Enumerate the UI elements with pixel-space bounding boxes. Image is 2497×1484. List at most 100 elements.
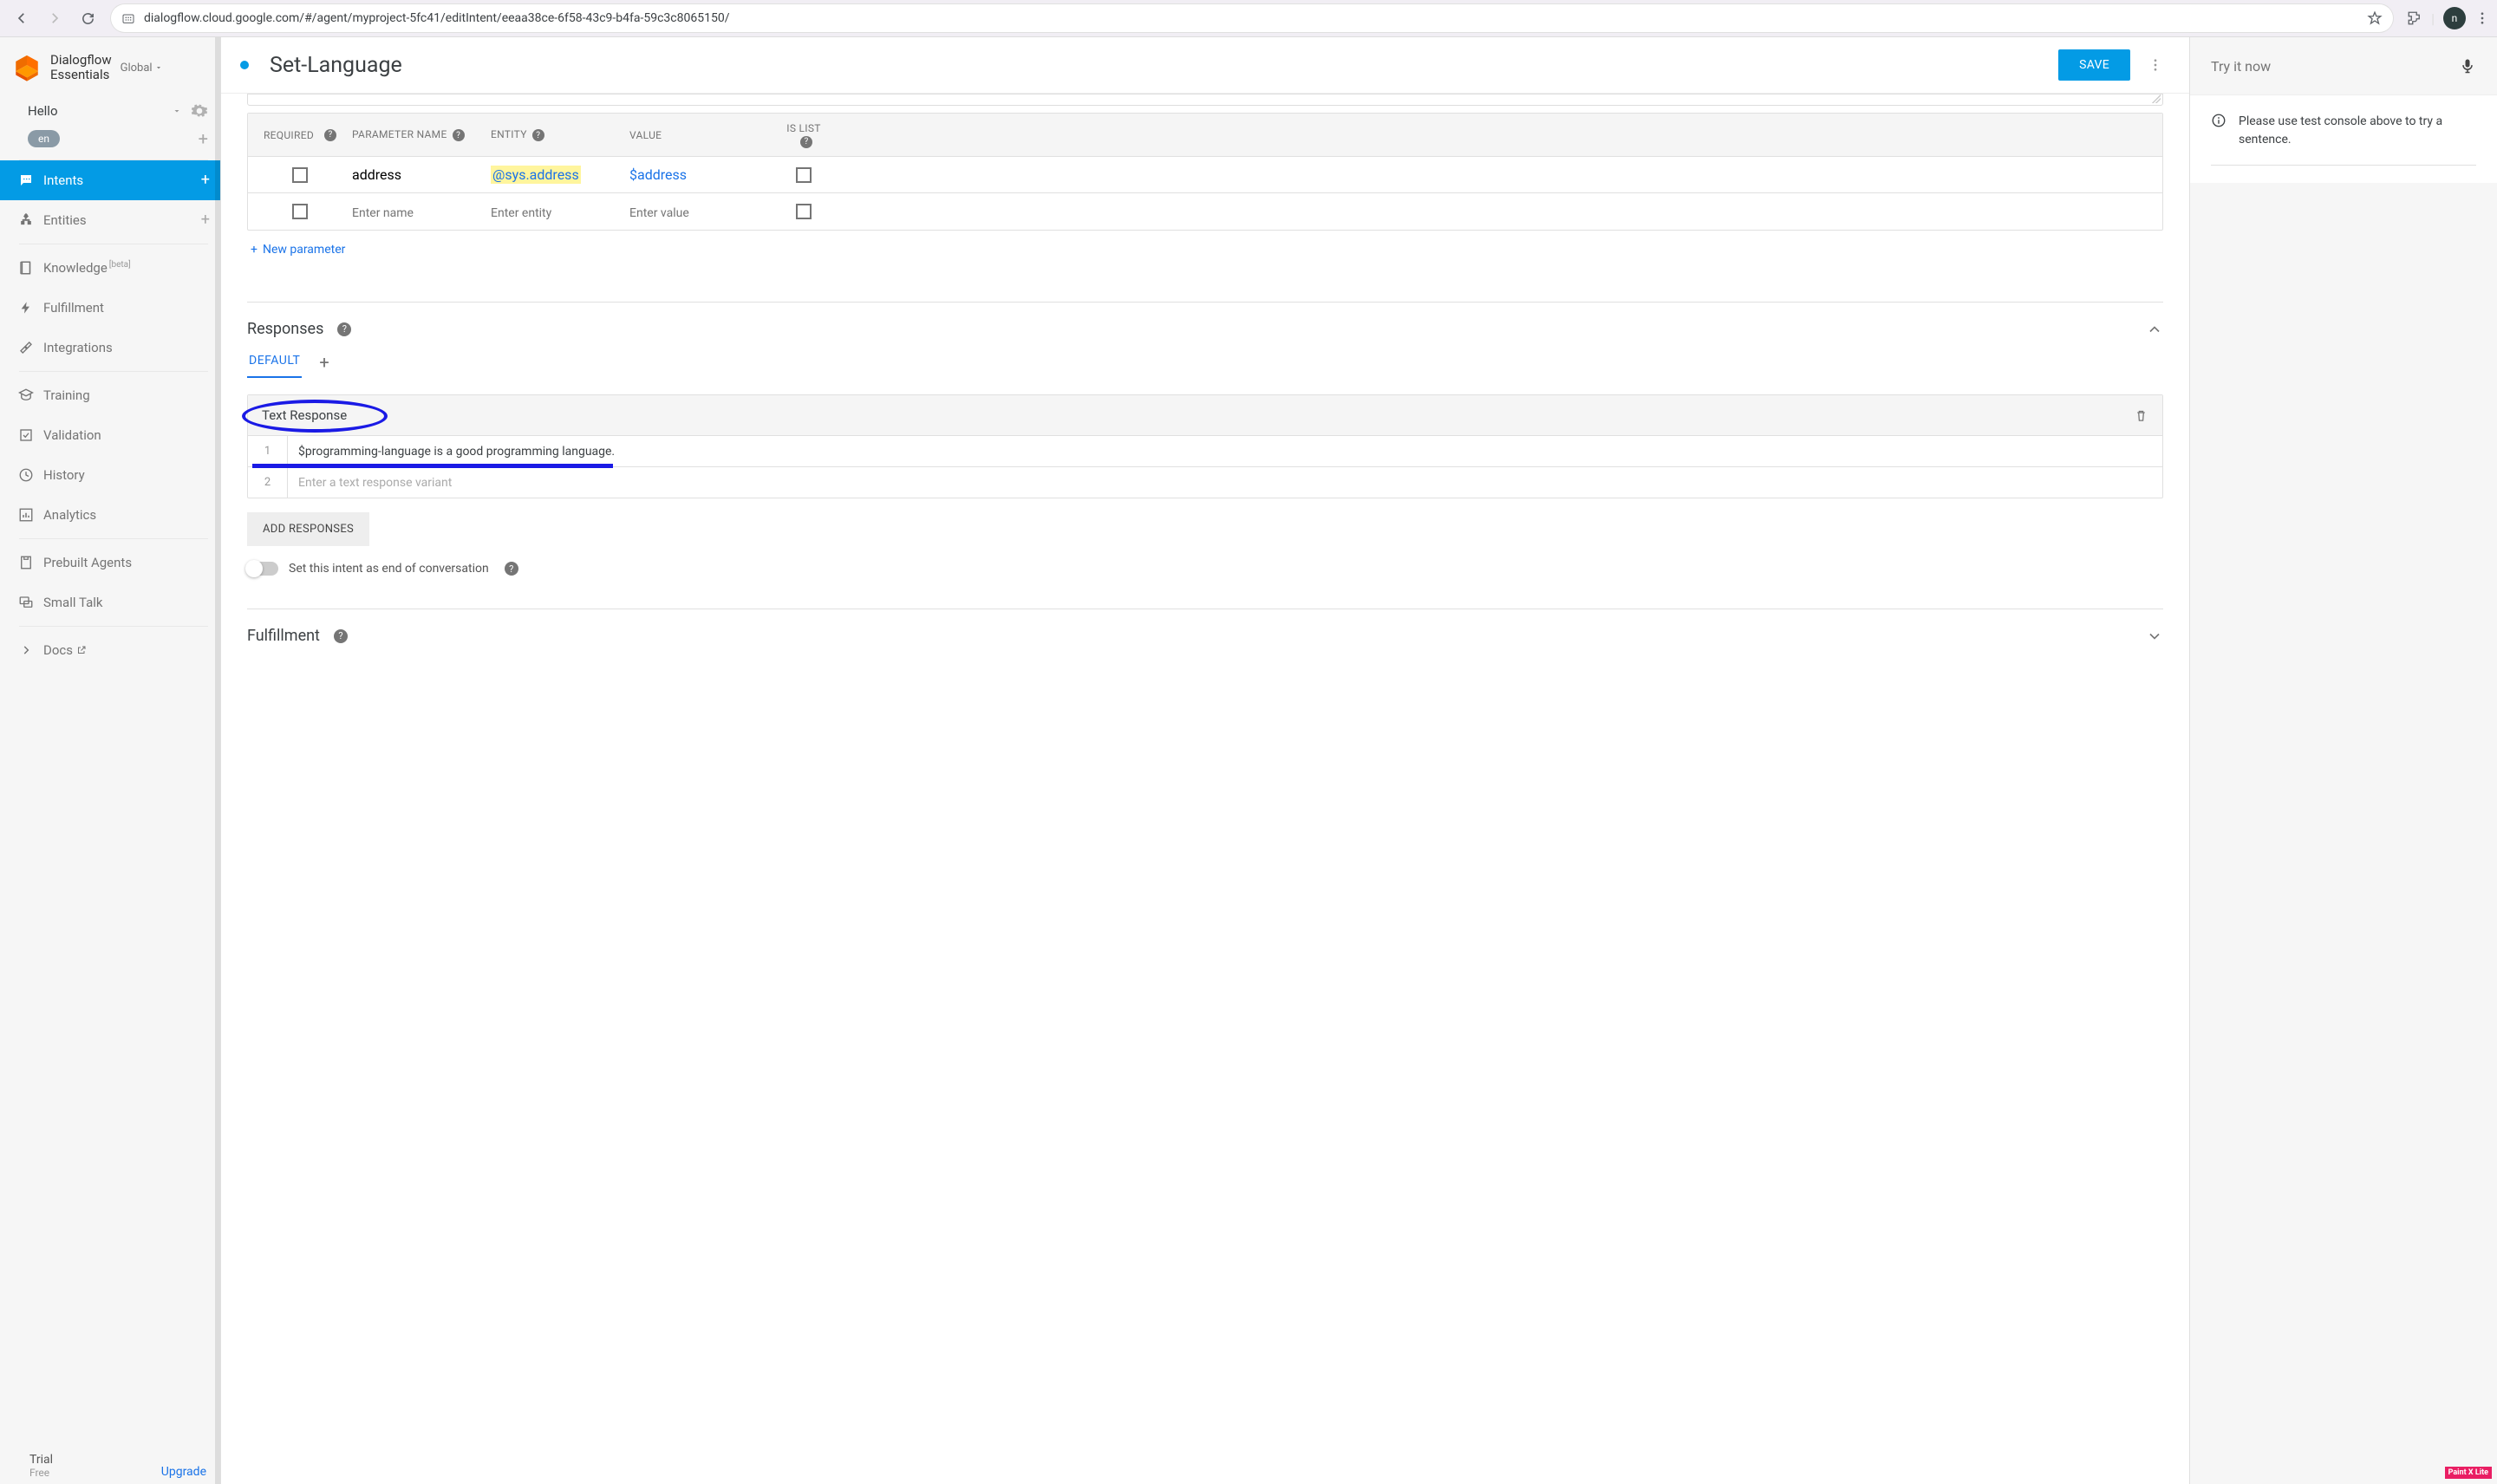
sidebar: Dialogflow Essentials Global Hello en + …: [0, 37, 221, 1484]
sidebar-item-validation[interactable]: Validation: [0, 415, 220, 455]
region-selector[interactable]: Global: [121, 62, 163, 75]
test-console-panel: Try it now Please use test console above…: [2190, 37, 2497, 1484]
add-intent-button[interactable]: +: [201, 171, 210, 189]
islist-checkbox[interactable]: [796, 204, 812, 219]
sidebar-item-training[interactable]: Training: [0, 375, 220, 415]
integrations-icon: [9, 340, 43, 355]
param-value-input[interactable]: [629, 206, 768, 220]
response-variant-row[interactable]: 2 Enter a text response variant: [248, 466, 2162, 498]
fulfillment-icon: [9, 301, 43, 315]
sidebar-item-small-talk[interactable]: Small Talk: [0, 583, 220, 622]
test-console-hint: Please use test console above to try a s…: [2211, 113, 2476, 149]
history-icon: [9, 467, 43, 483]
help-icon[interactable]: ?: [337, 322, 351, 336]
chevron-down-icon[interactable]: [2146, 628, 2163, 645]
end-of-conversation-toggle[interactable]: [247, 562, 278, 576]
parameters-header-row: REQUIRED? PARAMETER NAME? ENTITY? VALUE …: [248, 114, 2162, 157]
param-entity-input[interactable]: [491, 206, 629, 220]
microphone-icon[interactable]: [2459, 56, 2476, 75]
language-pill[interactable]: en: [28, 130, 60, 147]
agent-settings-gear-icon[interactable]: [191, 102, 208, 120]
sidebar-item-entities[interactable]: Entities +: [0, 200, 220, 240]
help-icon[interactable]: ?: [324, 129, 336, 141]
training-icon: [9, 387, 43, 403]
paint-x-lite-badge: Paint X Lite: [2445, 1467, 2492, 1479]
required-checkbox[interactable]: [292, 167, 308, 183]
intent-header: Set-Language SAVE: [221, 37, 2189, 94]
sidebar-item-prebuilt-agents[interactable]: Prebuilt Agents: [0, 543, 220, 583]
site-info-icon[interactable]: [121, 11, 135, 25]
upgrade-link[interactable]: Upgrade: [161, 1465, 206, 1479]
intent-title[interactable]: Set-Language: [270, 53, 2058, 78]
profile-avatar[interactable]: n: [2443, 7, 2466, 29]
param-entity[interactable]: @sys.address: [491, 166, 581, 184]
address-bar[interactable]: dialogflow.cloud.google.com/#/agent/mypr…: [111, 4, 2393, 32]
brand-block: Dialogflow Essentials Global: [0, 37, 220, 94]
validation-icon: [9, 427, 43, 443]
responses-section-header[interactable]: Responses ?: [247, 303, 2163, 347]
browser-forward-button[interactable]: [40, 3, 69, 33]
response-variant-row[interactable]: 1 $programming-language is a good progra…: [248, 435, 2162, 466]
browser-reload-button[interactable]: [73, 3, 102, 33]
analytics-icon: [9, 507, 43, 523]
help-icon[interactable]: ?: [800, 136, 812, 148]
parameter-row: address @sys.address $address: [248, 157, 2162, 193]
browser-menu-icon[interactable]: [2474, 10, 2490, 26]
info-icon: [2211, 113, 2226, 149]
save-button[interactable]: SAVE: [2058, 49, 2130, 81]
small-talk-icon: [9, 595, 43, 610]
help-icon[interactable]: ?: [453, 129, 465, 141]
sidebar-item-knowledge[interactable]: Knowledge[beta]: [0, 248, 220, 288]
sidebar-item-analytics[interactable]: Analytics: [0, 495, 220, 535]
docs-chevron-icon: [9, 644, 43, 656]
param-value[interactable]: $address: [629, 166, 687, 183]
help-icon[interactable]: ?: [532, 129, 544, 141]
intents-icon: [9, 172, 43, 188]
trial-status: Trial Free Upgrade: [0, 1444, 220, 1484]
test-console-input[interactable]: Try it now: [2211, 58, 2459, 75]
sidebar-item-fulfillment[interactable]: Fulfillment: [0, 288, 220, 328]
text-response-card: Text Response 1 $programming-language is…: [247, 394, 2163, 498]
training-phrase-textarea[interactable]: [247, 94, 2163, 106]
add-entity-button[interactable]: +: [201, 211, 210, 229]
dialogflow-logo-icon: [12, 53, 42, 82]
add-responses-button[interactable]: ADD RESPONSES: [247, 512, 369, 546]
islist-checkbox[interactable]: [796, 167, 812, 183]
entities-icon: [9, 212, 43, 228]
brand-text: Dialogflow Essentials: [50, 53, 112, 83]
intent-more-menu-icon[interactable]: [2148, 57, 2163, 73]
new-parameter-button[interactable]: +New parameter: [247, 231, 2163, 269]
required-checkbox[interactable]: [292, 204, 308, 219]
sidebar-item-history[interactable]: History: [0, 455, 220, 495]
parameter-row-empty: [248, 193, 2162, 230]
knowledge-icon: [9, 260, 43, 276]
add-language-button[interactable]: +: [199, 128, 208, 149]
sidebar-scrollbar[interactable]: [215, 37, 220, 1484]
response-card-title: Text Response: [262, 407, 347, 423]
main-content: Set-Language SAVE REQUIRED? PARAMETER NA…: [221, 37, 2190, 1484]
fulfillment-section-header[interactable]: Fulfillment ?: [247, 609, 2163, 654]
bookmark-star-icon[interactable]: [2367, 10, 2383, 26]
add-response-tab-button[interactable]: +: [319, 352, 329, 373]
extensions-icon[interactable]: [2407, 10, 2422, 26]
agent-name[interactable]: Hello: [28, 103, 172, 119]
delete-response-icon[interactable]: [2134, 408, 2148, 423]
sidebar-item-intents[interactable]: Intents +: [0, 160, 220, 200]
unsaved-indicator-icon: [240, 61, 249, 69]
param-name[interactable]: address: [352, 166, 401, 183]
response-tabs: DEFAULT +: [247, 347, 2163, 379]
external-link-icon: [76, 645, 87, 655]
param-name-input[interactable]: [352, 206, 491, 220]
agent-dropdown-icon[interactable]: [172, 106, 182, 116]
end-of-conversation-row: Set this intent as end of conversation ?: [247, 562, 2163, 576]
sidebar-item-integrations[interactable]: Integrations: [0, 328, 220, 368]
tab-default[interactable]: DEFAULT: [247, 347, 302, 378]
chevron-up-icon[interactable]: [2146, 321, 2163, 338]
sidebar-item-docs[interactable]: Docs: [0, 630, 220, 670]
browser-back-button[interactable]: [7, 3, 36, 33]
help-icon[interactable]: ?: [334, 629, 348, 643]
resize-handle-icon[interactable]: [2152, 94, 2161, 103]
url-text: dialogflow.cloud.google.com/#/agent/mypr…: [144, 11, 729, 25]
help-icon[interactable]: ?: [505, 562, 518, 576]
prebuilt-agents-icon: [9, 555, 43, 570]
